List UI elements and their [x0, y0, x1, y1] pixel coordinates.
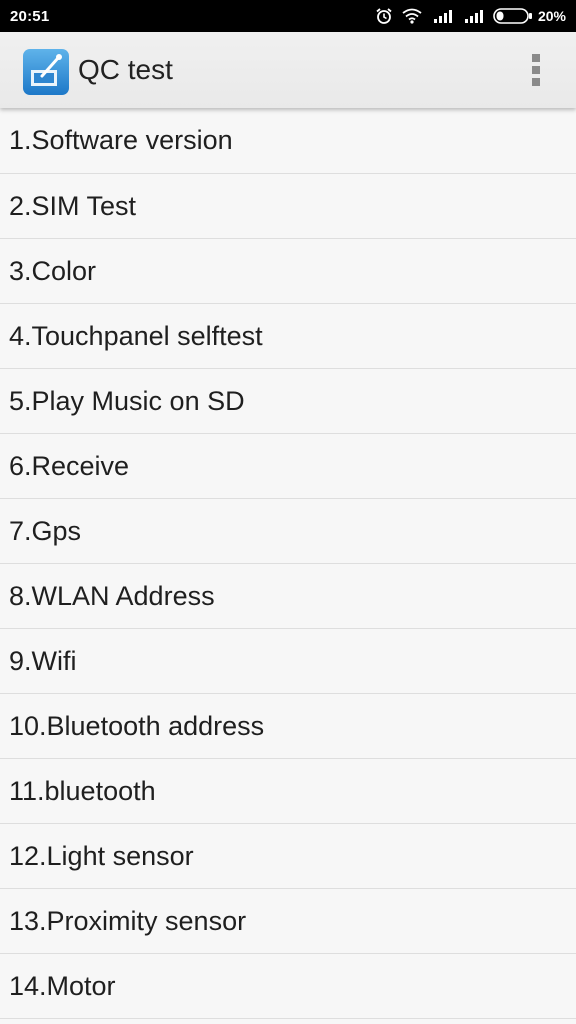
list-item[interactable]: 3.Color — [0, 239, 576, 304]
alarm-icon — [375, 7, 393, 25]
list-item[interactable]: 10.Bluetooth address — [0, 694, 576, 759]
signal-icon — [431, 9, 453, 23]
list-item[interactable]: 13.Proximity sensor — [0, 889, 576, 954]
list-item-label: 2.SIM Test — [9, 190, 137, 221]
list-item[interactable]: 7.Gps — [0, 499, 576, 564]
wifi-icon — [402, 8, 422, 24]
status-icons: 20% — [375, 7, 566, 25]
list-item[interactable]: 1.Software version — [0, 108, 576, 174]
signal-icon — [462, 9, 484, 23]
overflow-menu-icon[interactable] — [524, 52, 548, 88]
list-item-label: 14.Motor — [9, 970, 116, 1001]
list-item[interactable]: 12.Light sensor — [0, 824, 576, 889]
status-time: 20:51 — [10, 7, 50, 25]
list-item-label: 9.Wifi — [9, 645, 77, 676]
list-item[interactable]: 8.WLAN Address — [0, 564, 576, 629]
status-bar: 20:51 20% — [0, 0, 576, 32]
list-item-label: 6.Receive — [9, 450, 130, 481]
list-item-label: 3.Color — [9, 255, 97, 286]
list-item[interactable]: 4.Touchpanel selftest — [0, 304, 576, 369]
list-item-label: 5.Play Music on SD — [9, 385, 245, 416]
qc-test-app-icon — [22, 48, 70, 96]
list-item[interactable]: 6.Receive — [0, 434, 576, 499]
list-item-label: 8.WLAN Address — [9, 580, 215, 611]
battery-percent: 20% — [537, 8, 566, 24]
list-item[interactable]: 5.Play Music on SD — [0, 369, 576, 434]
list-item-label: 12.Light sensor — [9, 840, 194, 871]
list-item[interactable]: 11.bluetooth — [0, 759, 576, 824]
test-list: 1.Software version 2.SIM Test 3.Color 4.… — [0, 108, 576, 1019]
list-item-label: 7.Gps — [9, 515, 82, 546]
list-item-label: 10.Bluetooth address — [9, 710, 265, 741]
list-item-label: 11.bluetooth — [9, 775, 156, 806]
list-item[interactable]: 9.Wifi — [0, 629, 576, 694]
list-item[interactable]: 14.Motor — [0, 954, 576, 1019]
app-title: QC test — [78, 54, 173, 85]
list-item-label: 4.Touchpanel selftest — [9, 320, 263, 351]
app-bar: QC test — [0, 32, 576, 108]
list-item[interactable]: 2.SIM Test — [0, 174, 576, 239]
list-item-label: 1.Software version — [9, 125, 233, 155]
list-item-label: 13.Proximity sensor — [9, 905, 247, 936]
battery-icon — [493, 8, 533, 24]
